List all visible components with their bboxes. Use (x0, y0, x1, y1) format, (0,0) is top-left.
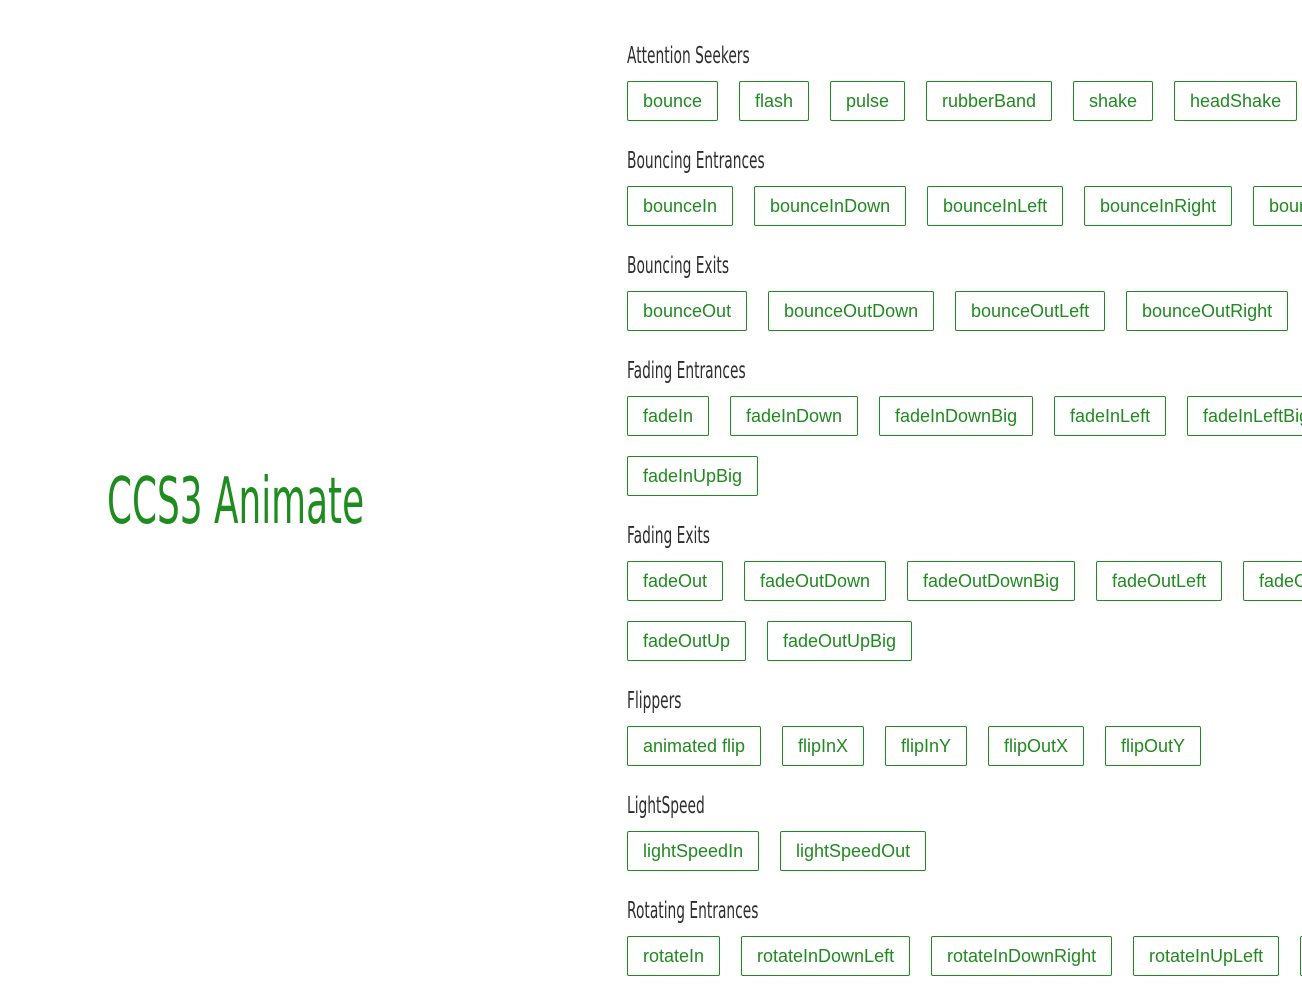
animation-button-lightspeedin[interactable]: lightSpeedIn (627, 831, 760, 871)
animation-groups-panel: Attention Seekers bounce flash pulse rubberB… (627, 40, 1302, 984)
group-title-fading-exits: Fading Exits (627, 523, 710, 549)
animation-button-fadeoutleft[interactable]: fadeOutLeft (1096, 561, 1223, 601)
animation-button-lightspeedout[interactable]: lightSpeedOut (780, 831, 927, 871)
animation-button-fadeout[interactable]: fadeOut (627, 561, 724, 601)
animation-button-rotateindownleft[interactable]: rotateInDownLeft (741, 936, 911, 976)
animation-button-fadein[interactable]: fadeIn (627, 396, 710, 436)
animation-button-fadeindownbig[interactable]: fadeInDownBig (879, 396, 1034, 436)
animation-button-bounce[interactable]: bounce (627, 81, 719, 121)
animation-button-flipouty[interactable]: flipOutY (1105, 726, 1202, 766)
group-title-rotating-entrances: Rotating Entrances (627, 898, 759, 924)
animation-button-headshake[interactable]: headShake (1174, 81, 1298, 121)
animation-button-rotateindownright[interactable]: rotateInDownRight (931, 936, 1113, 976)
page-title: CCS3 Animate (107, 465, 365, 539)
animation-button-bounceoutright[interactable]: bounceOutRight (1126, 291, 1289, 331)
animation-button-fadeinleft[interactable]: fadeInLeft (1054, 396, 1167, 436)
group-title-attention-seekers: Attention Seekers (627, 43, 750, 69)
page: CCS3 Animate Attention Seekers bounce flas… (0, 0, 1302, 984)
animation-button-bounceinup[interactable]: bounceInUp (1253, 186, 1302, 226)
animation-button-bounceoutdown[interactable]: bounceOutDown (768, 291, 935, 331)
animation-button-bounceindown[interactable]: bounceInDown (754, 186, 907, 226)
animation-button-fadeoutdown[interactable]: fadeOutDown (744, 561, 887, 601)
animation-button-fadeinupbig[interactable]: fadeInUpBig (627, 456, 759, 496)
group-title-flippers: Flippers (627, 688, 682, 714)
animation-button-bounceinright[interactable]: bounceInRight (1084, 186, 1233, 226)
animation-button-fadeindown[interactable]: fadeInDown (730, 396, 859, 436)
animation-button-bounceinleft[interactable]: bounceInLeft (927, 186, 1064, 226)
group-title-bouncing-exits: Bouncing Exits (627, 253, 730, 279)
animation-button-shake[interactable]: shake (1073, 81, 1154, 121)
group-title-fading-entrances: Fading Entrances (627, 358, 746, 384)
animation-button-rotateinupleft[interactable]: rotateInUpLeft (1133, 936, 1280, 976)
animation-button-rotatein[interactable]: rotateIn (627, 936, 721, 976)
animation-button-rubberband[interactable]: rubberBand (926, 81, 1053, 121)
animation-button-pulse[interactable]: pulse (830, 81, 906, 121)
animation-button-fadeoutleftbig[interactable]: fadeOutLeftBig (1243, 561, 1302, 601)
animation-button-flash[interactable]: flash (739, 81, 810, 121)
animation-button-bounceout[interactable]: bounceOut (627, 291, 748, 331)
animation-button-flipinx[interactable]: flipInX (782, 726, 865, 766)
animation-button-flipoutx[interactable]: flipOutX (988, 726, 1085, 766)
group-title-bouncing-entrances: Bouncing Entrances (627, 148, 765, 174)
animation-button-fadeoutupbig[interactable]: fadeOutUpBig (767, 621, 913, 661)
animation-button-bouncein[interactable]: bounceIn (627, 186, 734, 226)
animation-button-flipiny[interactable]: flipInY (885, 726, 968, 766)
animation-button-fadeoutdownbig[interactable]: fadeOutDownBig (907, 561, 1076, 601)
animation-button-bounceoutleft[interactable]: bounceOutLeft (955, 291, 1106, 331)
animation-button-fadeinleftbig[interactable]: fadeInLeftBig (1187, 396, 1302, 436)
animation-button-fadeoutup[interactable]: fadeOutUp (627, 621, 747, 661)
group-title-lightspeed: LightSpeed (627, 793, 705, 819)
animation-button-animated-flip[interactable]: animated flip (627, 726, 762, 766)
